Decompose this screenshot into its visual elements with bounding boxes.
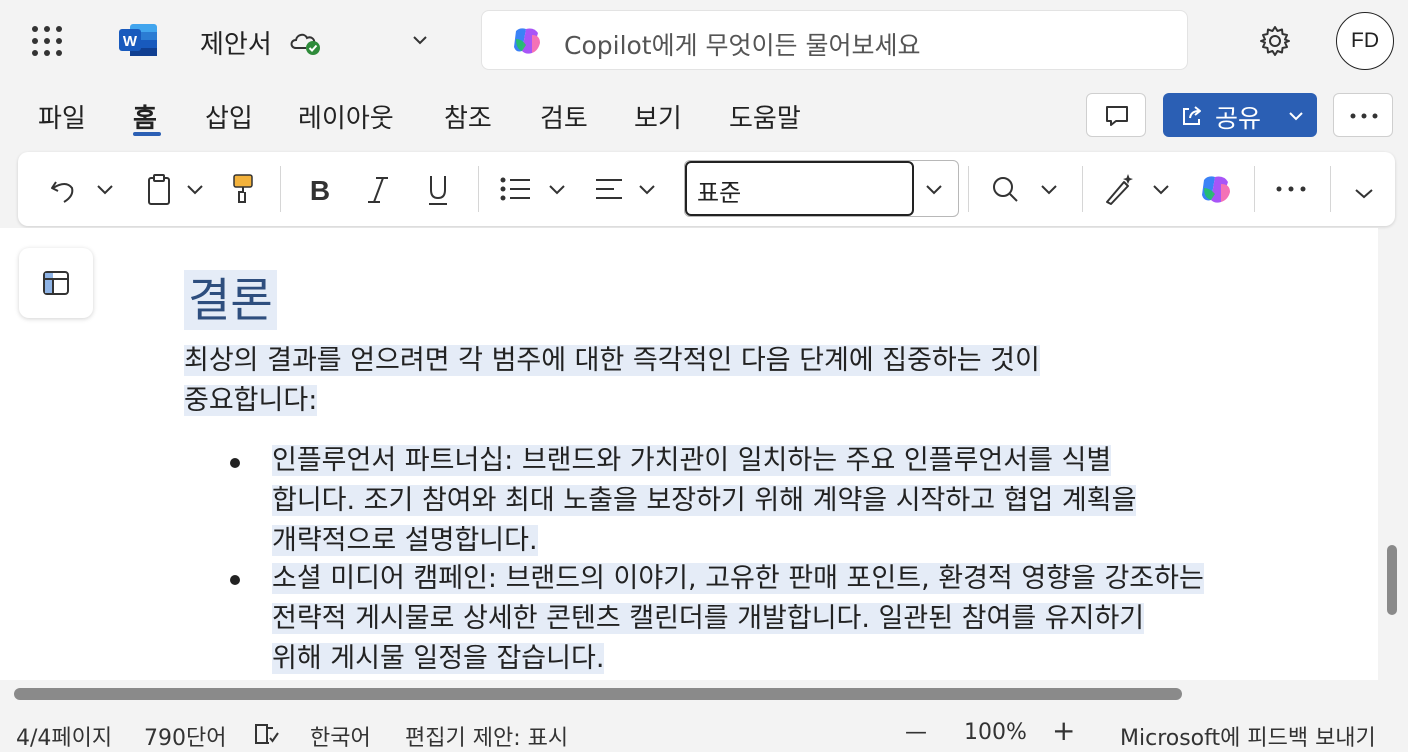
tab-references[interactable]: 참조	[444, 98, 492, 135]
tab-home[interactable]: 홈	[133, 98, 157, 135]
list-item: 인플루언서 파트너십: 브랜드와 가치관이 일치하는 주요 인플루언서를 식별 …	[272, 441, 1332, 561]
ribbon-divider	[968, 166, 969, 212]
bullets-icon[interactable]	[498, 170, 532, 208]
navigation-pane-button[interactable]	[19, 248, 93, 318]
zoom-level[interactable]: 100%	[964, 720, 1027, 745]
zoom-out-button[interactable]: —	[905, 720, 927, 745]
comment-icon	[1106, 106, 1128, 126]
chevron-down-icon[interactable]	[184, 170, 206, 208]
ribbon-divider	[1082, 166, 1083, 212]
ribbon-tabs: 파일 홈 삽입 레이아웃 참조 검토 보기 도움말	[0, 86, 1060, 146]
align-icon[interactable]	[592, 170, 626, 208]
list-item-line: 인플루언서 파트너십: 브랜드와 가치관이 일치하는 주요 인플루언서를 식별	[272, 445, 1112, 476]
navigation-pane-icon	[43, 271, 69, 295]
word-logo-icon: W	[119, 24, 157, 56]
bullet-point	[230, 458, 240, 468]
svg-text:W: W	[123, 33, 138, 50]
find-icon[interactable]	[990, 170, 1020, 208]
comments-button[interactable]	[1086, 93, 1146, 137]
tab-view[interactable]: 보기	[634, 98, 682, 135]
bullet-point	[230, 575, 240, 585]
expand-ribbon-icon[interactable]	[1352, 170, 1376, 208]
more-options-button[interactable]	[1333, 93, 1393, 137]
language[interactable]: 한국어	[310, 720, 371, 752]
list-item-line: 개략적으로 설명합니다.	[272, 525, 538, 556]
editor-suggestions[interactable]: 편집기 제안: 표시	[405, 720, 568, 752]
copilot-placeholder: Copilot에게 무엇이든 물어보세요	[564, 31, 921, 60]
ribbon-divider	[1254, 166, 1255, 212]
word-count[interactable]: 790단어	[144, 720, 226, 752]
list-item-line: 전략적 게시물로 상세한 콘텐츠 캘린더를 개발합니다. 일관된 참여를 유지하…	[272, 603, 1145, 634]
chevron-down-icon[interactable]	[636, 170, 658, 208]
gear-icon[interactable]	[1258, 24, 1292, 58]
undo-icon[interactable]	[48, 170, 78, 208]
avatar[interactable]: FD	[1336, 12, 1394, 70]
format-painter-icon[interactable]	[230, 170, 256, 208]
underline-icon[interactable]	[424, 170, 452, 208]
zoom-in-button[interactable]: +	[1052, 714, 1075, 747]
ribbon-toolbar: B 표준	[18, 152, 1395, 226]
chevron-down-icon[interactable]	[1150, 170, 1172, 208]
tab-layout[interactable]: 레이아웃	[298, 98, 394, 135]
more-icon	[1350, 113, 1378, 119]
chevron-down-icon[interactable]	[94, 170, 116, 208]
cloud-saved-icon[interactable]	[288, 28, 322, 56]
share-label: 공유	[1215, 104, 1262, 133]
list-item: 소셜 미디어 캠페인: 브랜드의 이야기, 고유한 판매 포인트, 환경적 영향…	[272, 559, 1332, 679]
list-item-line: 위해 게시물 일정을 잡습니다.	[272, 643, 605, 674]
tab-review[interactable]: 검토	[540, 98, 588, 135]
tab-insert[interactable]: 삽입	[205, 98, 253, 135]
document-canvas[interactable]: 결론 최상의 결과를 얻으려면 각 범주에 대한 즉각적인 다음 단계에 집중하…	[0, 228, 1378, 680]
share-icon	[1183, 106, 1201, 125]
active-tab-indicator	[133, 132, 161, 136]
svg-text:B: B	[310, 175, 330, 206]
tab-file[interactable]: 파일	[38, 98, 86, 135]
title-bar: W 제안서 Copilot에게 무엇이든 물어보세요 FD	[0, 0, 1408, 82]
list-item-line: 소셜 미디어 캠페인: 브랜드의 이야기, 고유한 판매 포인트, 환경적 영향…	[272, 563, 1204, 594]
horizontal-scrollbar[interactable]	[14, 688, 1182, 700]
intro-line: 최상의 결과를 얻으려면 각 범주에 대한 즉각적인 다음 단계에 집중하는 것…	[184, 345, 1040, 376]
style-selector[interactable]: 표준	[684, 160, 959, 217]
ribbon-divider	[1330, 166, 1331, 212]
chevron-down-icon[interactable]	[408, 28, 432, 52]
status-bar: 4/4페이지 790단어 한국어 편집기 제안: 표시 — 100% + Mic…	[0, 712, 1408, 752]
chevron-down-icon[interactable]	[546, 170, 568, 208]
copilot-search-box[interactable]: Copilot에게 무엇이든 물어보세요	[481, 10, 1188, 70]
designer-icon[interactable]	[1102, 170, 1136, 208]
intro-line: 중요합니다:	[184, 385, 318, 416]
intro-paragraph: 최상의 결과를 얻으려면 각 범주에 대한 즉각적인 다음 단계에 집중하는 것…	[184, 341, 1164, 421]
page-count[interactable]: 4/4페이지	[16, 720, 112, 752]
chevron-down-icon[interactable]	[1038, 170, 1060, 208]
document-title[interactable]: 제안서	[200, 24, 272, 61]
section-heading: 결론	[184, 270, 277, 330]
copilot-icon[interactable]	[1198, 170, 1234, 208]
more-icon[interactable]	[1274, 170, 1308, 208]
ribbon-divider	[478, 166, 479, 212]
bold-icon[interactable]: B	[306, 170, 334, 208]
italic-icon[interactable]	[364, 170, 392, 208]
proofing-icon[interactable]	[253, 722, 281, 746]
vertical-scrollbar[interactable]	[1387, 545, 1397, 615]
ribbon-divider	[280, 166, 281, 212]
copilot-icon	[514, 28, 540, 54]
share-button[interactable]: 공유	[1163, 93, 1317, 137]
chevron-down-icon[interactable]	[923, 178, 945, 200]
list-item-line: 합니다. 조기 참여와 최대 노출을 보장하기 위해 계약을 시작하고 협업 계…	[272, 485, 1137, 516]
app-launcher-icon[interactable]	[32, 26, 62, 56]
clipboard-icon[interactable]	[146, 170, 172, 208]
style-input[interactable]: 표준	[685, 161, 914, 216]
tab-help[interactable]: 도움말	[729, 98, 801, 135]
chevron-down-icon	[1289, 112, 1303, 121]
feedback-link[interactable]: Microsoft에 피드백 보내기	[1120, 720, 1376, 752]
